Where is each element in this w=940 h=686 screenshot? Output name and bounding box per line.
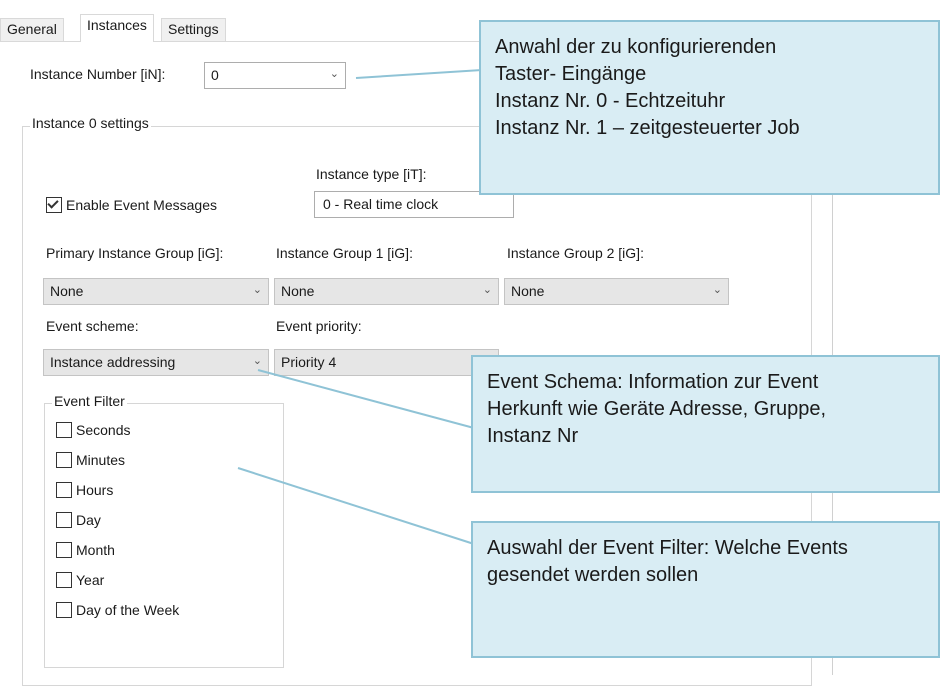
event-filter-checkbox-day-of-week[interactable]: Day of the Week [56,601,179,621]
callout-connector-instance [355,69,483,79]
event-filter-checkbox-year[interactable]: Year [56,571,104,591]
primary-group-value: None [50,283,84,299]
chevron-down-icon: ⌄ [252,284,262,296]
primary-group-label: Primary Instance Group [iG]: [46,245,224,261]
chevron-down-icon: ⌄ [712,284,722,296]
callout-event-scheme: Event Schema: Information zur Event Herk… [471,355,940,493]
group2-value: None [511,283,545,299]
checkbox-icon [56,542,72,559]
event-filter-checkbox-seconds[interactable]: Seconds [56,421,130,441]
event-filter-checkbox-minutes[interactable]: Minutes [56,451,125,471]
event-priority-select[interactable]: Priority 4 [274,349,499,376]
callout-instance-selection: Anwahl der zu konfigurierenden Taster- E… [479,20,940,195]
event-filter-checkbox-month[interactable]: Month [56,541,115,561]
event-filter-title: Event Filter [52,393,127,409]
enable-event-messages-checkbox[interactable]: Enable Event Messages [46,196,217,216]
group1-select[interactable]: None ⌄ [274,278,499,305]
instance-settings-title: Instance 0 settings [30,115,151,131]
checkbox-icon [56,512,72,529]
instance-type-field: 0 - Real time clock [314,191,514,218]
checkbox-icon [56,452,72,469]
checkbox-icon [56,572,72,589]
chevron-down-icon: ⌄ [252,355,262,367]
chevron-down-icon: ⌄ [329,68,339,80]
group2-label: Instance Group 2 [iG]: [507,245,644,261]
callout-event-filter: Auswahl der Event Filter: Welche Events … [471,521,940,658]
chevron-down-icon: ⌄ [482,284,492,296]
instance-number-select[interactable]: 0 ⌄ [204,62,346,89]
checkbox-icon [56,482,72,499]
checkbox-icon [46,197,62,214]
event-filter-group [44,403,284,668]
instance-type-value: 0 - Real time clock [323,196,439,212]
checkbox-icon [56,602,72,619]
tab-general[interactable]: General [0,18,64,41]
event-scheme-value: Instance addressing [50,354,176,370]
checkbox-icon [56,422,72,439]
event-scheme-select[interactable]: Instance addressing ⌄ [43,349,269,376]
instance-type-label: Instance type [iT]: [316,166,427,182]
group1-label: Instance Group 1 [iG]: [276,245,413,261]
primary-group-select[interactable]: None ⌄ [43,278,269,305]
instance-number-label: Instance Number [iN]: [30,66,166,82]
group2-select[interactable]: None ⌄ [504,278,729,305]
event-priority-value: Priority 4 [281,354,337,370]
event-filter-checkbox-day[interactable]: Day [56,511,101,531]
event-priority-label: Event priority: [276,318,362,334]
tab-settings[interactable]: Settings [161,18,226,41]
checkmark-icon [47,197,59,209]
event-filter-checkbox-hours[interactable]: Hours [56,481,113,501]
group1-value: None [281,283,315,299]
instance-number-value: 0 [211,67,219,83]
event-scheme-label: Event scheme: [46,318,139,334]
tab-instances[interactable]: Instances [80,14,154,42]
